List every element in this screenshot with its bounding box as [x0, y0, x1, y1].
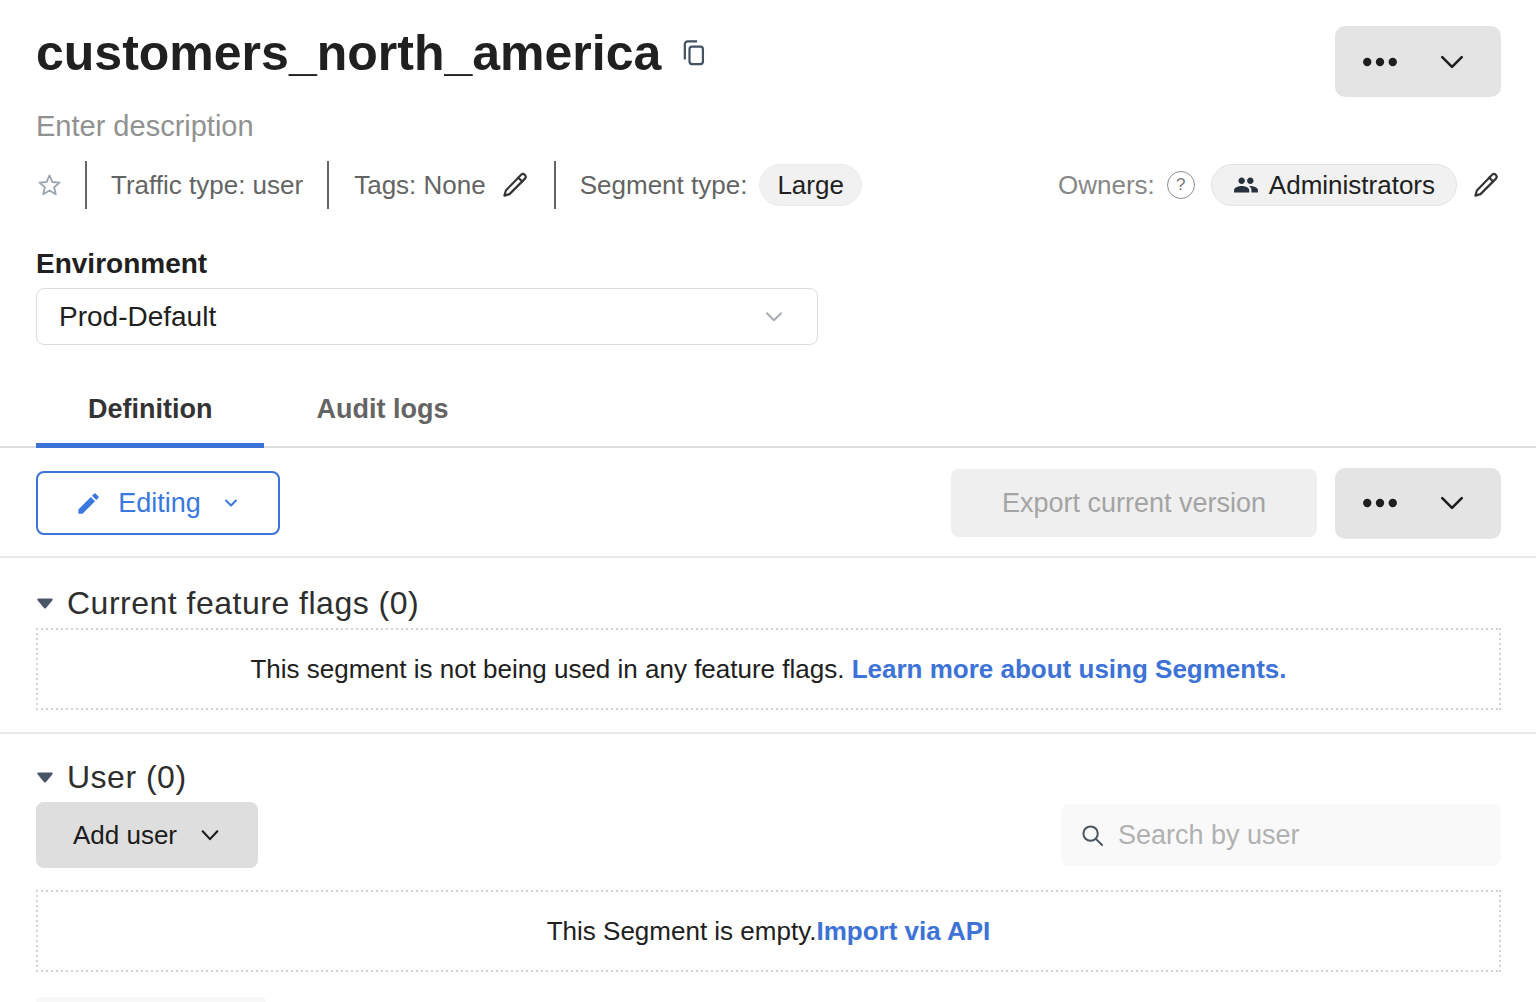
environment-label: Environment — [36, 247, 1501, 281]
search-by-user-input[interactable] — [1116, 819, 1485, 852]
chevron-down-icon — [221, 493, 241, 513]
meta-separator — [85, 161, 87, 209]
divider — [0, 732, 1536, 734]
tab-audit-logs[interactable]: Audit logs — [264, 371, 500, 448]
action-row: Editing Export current version — [36, 469, 1501, 537]
user-controls-row: Add user — [36, 802, 1501, 868]
segment-type-group: Segment type: Large — [580, 164, 862, 206]
tags-label: Tags: None — [354, 170, 486, 201]
learn-more-link[interactable]: Learn more about using Segments. — [852, 654, 1287, 684]
user-section-heading[interactable]: User (0) — [36, 762, 1501, 792]
user-empty-text: This Segment is empty.Import via API — [547, 916, 991, 947]
title-row: customers_north_america — [36, 24, 1501, 82]
divider — [0, 556, 1536, 558]
feature-flags-empty-text: This segment is not being used in any fe… — [250, 654, 1286, 685]
feature-flags-heading-text: Current feature flags (0) — [67, 585, 419, 622]
add-user-button[interactable]: Add user — [36, 802, 258, 868]
help-icon[interactable]: ? — [1167, 171, 1195, 199]
segment-type-label: Segment type: — [580, 170, 748, 201]
meta-row: Traffic type: user Tags: None Segment ty… — [36, 161, 1501, 209]
segment-type-badge: Large — [759, 164, 862, 206]
page: customers_north_america Enter descriptio… — [0, 0, 1536, 1002]
pencil-icon — [75, 490, 102, 517]
copy-icon[interactable] — [679, 37, 707, 69]
caret-down-icon — [36, 771, 54, 784]
owners-value: Administrators — [1269, 170, 1435, 201]
meta-separator — [554, 161, 556, 209]
owners-badge[interactable]: Administrators — [1211, 164, 1457, 206]
chevron-down-icon — [199, 824, 221, 846]
ellipsis-icon — [1363, 497, 1397, 509]
edit-owners-pencil-icon[interactable] — [1471, 170, 1501, 200]
feature-flags-section-heading[interactable]: Current feature flags (0) — [36, 588, 1501, 618]
search-box — [1061, 804, 1501, 866]
feature-flags-empty-state: This segment is not being used in any fe… — [36, 628, 1501, 710]
add-user-label: Add user — [73, 820, 177, 851]
cutoff-element — [36, 997, 266, 1002]
search-icon — [1079, 822, 1106, 849]
definition-more-menu-button[interactable] — [1335, 468, 1501, 539]
ellipsis-icon — [1363, 56, 1397, 68]
chevron-down-icon — [1439, 49, 1465, 75]
chevron-down-icon — [1439, 490, 1465, 516]
tab-bar: Definition Audit logs — [0, 371, 1536, 448]
owners-label: Owners: — [1058, 170, 1155, 201]
people-icon — [1233, 172, 1259, 198]
environment-select[interactable]: Prod-Default — [36, 288, 818, 345]
user-heading-text: User (0) — [67, 759, 187, 796]
edit-tags-pencil-icon[interactable] — [500, 170, 530, 200]
star-icon[interactable] — [36, 172, 63, 199]
chevron-down-icon — [761, 304, 787, 330]
export-version-button[interactable]: Export current version — [951, 469, 1317, 537]
meta-separator — [327, 161, 329, 209]
traffic-type-label: Traffic type: user — [111, 170, 303, 201]
header-more-menu-button[interactable] — [1335, 26, 1501, 97]
description-placeholder[interactable]: Enter description — [36, 108, 1501, 144]
import-via-api-link[interactable]: Import via API — [816, 916, 990, 946]
tab-definition[interactable]: Definition — [36, 371, 264, 448]
owners-group: Owners: ? Administrators — [1058, 164, 1501, 206]
editing-status-button[interactable]: Editing — [36, 471, 280, 535]
page-title: customers_north_america — [36, 24, 661, 82]
caret-down-icon — [36, 597, 54, 610]
user-empty-state: This Segment is empty.Import via API — [36, 890, 1501, 972]
tags-group: Tags: None — [354, 170, 530, 201]
environment-selected-value: Prod-Default — [59, 301, 216, 333]
editing-label: Editing — [118, 488, 201, 519]
